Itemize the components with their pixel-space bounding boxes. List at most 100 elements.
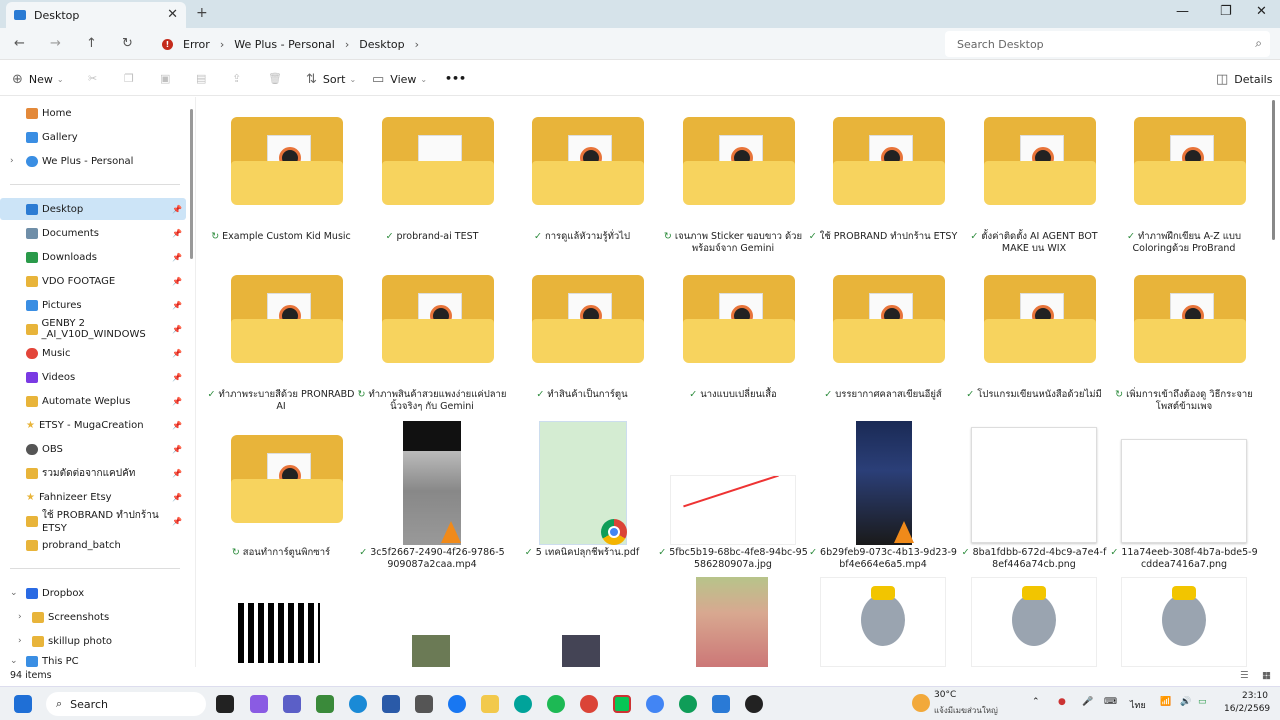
pin-icon[interactable]: 📌 xyxy=(172,253,182,262)
pin-icon[interactable]: 📌 xyxy=(172,517,182,526)
pin-icon[interactable]: 📌 xyxy=(172,301,182,310)
breadcrumb-desktop[interactable]: Desktop xyxy=(359,38,404,51)
sidebar-item-pictures[interactable]: Pictures 📌 xyxy=(0,294,186,316)
pin-icon[interactable]: 📌 xyxy=(172,445,182,454)
copy-icon[interactable]: ❐ xyxy=(124,72,134,85)
file-item[interactable]: ✓ 5 เทคนิคปลุกชีพร้าน.pdf xyxy=(507,421,657,571)
share-icon[interactable]: ⇪ xyxy=(232,72,241,85)
forward-arrow-icon[interactable]: → xyxy=(50,36,61,51)
pin-icon[interactable]: 📌 xyxy=(172,469,182,478)
sidebar-item-vdo-footage[interactable]: VDO FOOTAGE 📌 xyxy=(0,270,186,292)
copilot-icon[interactable] xyxy=(250,695,268,713)
folder-item[interactable]: ↻ ทำภาพสินค้าสวยแพงง่ายแค่ปลาย นิ้วจริงๆ … xyxy=(357,275,507,415)
microphone-icon[interactable]: 🎤 xyxy=(1082,697,1093,707)
chevron-up-icon[interactable]: ⌃ xyxy=(1032,697,1040,707)
pin-icon[interactable]: 📌 xyxy=(172,325,182,334)
folder-item[interactable]: ✓ ทำภาพฝึกเขียน A-Z แบบ Coloringด้วย ProB… xyxy=(1109,117,1259,257)
photo-thumbnail[interactable] xyxy=(696,577,768,667)
sidebar-item-probrand-batch[interactable]: probrand_batch xyxy=(0,534,186,556)
image-thumbnail[interactable] xyxy=(562,635,600,667)
sidebar-item-skillup-photo[interactable]: › skillup photo xyxy=(0,630,186,652)
store-icon[interactable] xyxy=(382,695,400,713)
minimize-button[interactable]: — xyxy=(1176,4,1189,19)
sidebar-item-dropbox[interactable]: ⌄ Dropbox xyxy=(0,582,186,604)
sidebar-item-capcut[interactable]: รวมตัดต่อจากแคปคัท 📌 xyxy=(0,462,186,484)
elephant-thumbnail[interactable] xyxy=(971,577,1097,667)
folder-item[interactable]: ↻ เจนภาพ Sticker ขอบขาว ด้วย พร้อมจ์จาก G… xyxy=(658,117,808,257)
pin-icon[interactable]: 📌 xyxy=(172,349,182,358)
clock-time[interactable]: 23:10 xyxy=(1242,691,1268,701)
edge-icon[interactable] xyxy=(349,695,367,713)
camera-icon[interactable] xyxy=(415,695,433,713)
sidebar-item-home[interactable]: Home xyxy=(0,102,186,124)
sidebar-item-etsy-mugacreation[interactable]: ★ ETSY - MugaCreation 📌 xyxy=(0,414,186,436)
new-tab-button[interactable]: + xyxy=(196,5,208,21)
folder-item[interactable]: ✓ probrand-ai TEST xyxy=(357,117,507,257)
grid-view-icon[interactable]: ▦ xyxy=(1262,667,1271,684)
chrome-profile-icon[interactable] xyxy=(646,695,664,713)
sidebar-item-downloads[interactable]: Downloads 📌 xyxy=(0,246,186,268)
qr-code-thumbnail[interactable] xyxy=(234,599,324,667)
back-arrow-icon[interactable]: ← xyxy=(14,36,25,51)
chevron-right-icon[interactable]: › xyxy=(220,38,224,51)
chevron-right-icon[interactable]: › xyxy=(10,156,14,166)
folder-item[interactable]: ✓ ทำภาพระบายสีด้วย PRONRABD AI xyxy=(206,275,356,415)
sidebar-item-videos[interactable]: Videos 📌 xyxy=(0,366,186,388)
pin-icon[interactable]: 📌 xyxy=(172,397,182,406)
folder-item[interactable]: ✓ บรรยากาศคลาสเขียนอียู่ส์ xyxy=(808,275,958,415)
file-explorer-icon[interactable] xyxy=(481,695,499,713)
pin-icon[interactable]: 📌 xyxy=(172,229,182,238)
windows-start-icon[interactable] xyxy=(14,695,32,713)
chevron-right-icon[interactable]: › xyxy=(18,612,22,622)
sidebar-item-screenshots[interactable]: › Screenshots xyxy=(0,606,186,628)
breadcrumb-error[interactable]: Error xyxy=(183,38,210,51)
breadcrumb-we-plus[interactable]: We Plus - Personal xyxy=(234,38,335,51)
pin-icon[interactable]: 📌 xyxy=(172,421,182,430)
task-view-icon[interactable] xyxy=(216,695,234,713)
pin-icon[interactable]: 📌 xyxy=(172,277,182,286)
folder-item[interactable]: ↻ สอนทำการ์ตูนพิกซาร์ xyxy=(206,431,356,571)
app-icon[interactable] xyxy=(514,695,532,713)
file-item[interactable]: ✓ 6b29feb9-073c-4b13-9d23-9 bf4e664e6a5.m… xyxy=(808,421,958,571)
delete-icon[interactable]: 🗑 xyxy=(268,72,282,85)
sidebar-item-obs[interactable]: OBS 📌 xyxy=(0,438,186,460)
facebook-icon[interactable] xyxy=(448,695,466,713)
sidebar-item-we-plus-personal[interactable]: › We Plus - Personal xyxy=(0,150,186,172)
file-item[interactable]: ✓ 3c5f2667-2490-4f26-9786-5 909087a2caa.m… xyxy=(357,421,507,571)
tab-desktop[interactable]: Desktop ✕ xyxy=(6,2,186,28)
keyboard-icon[interactable]: ⌨ xyxy=(1104,697,1117,707)
pin-icon[interactable]: 📌 xyxy=(172,493,182,502)
close-tab-icon[interactable]: ✕ xyxy=(167,7,178,22)
file-item[interactable]: ✓ 11a74eeb-308f-4b7a-bde5-9 cddea7416a7.p… xyxy=(1109,421,1259,571)
sidebar-item-fahnizeer-etsy[interactable]: ★ Fahnizeer Etsy 📌 xyxy=(0,486,186,508)
chevron-right-icon[interactable]: › xyxy=(345,38,349,51)
pin-icon[interactable]: 📌 xyxy=(172,373,182,382)
file-item[interactable]: ✓ 5fbc5b19-68bc-4fe8-94bc-95 586280907a.j… xyxy=(658,421,808,571)
content-scrollbar[interactable] xyxy=(1272,100,1275,240)
folder-item[interactable]: ✓ นางแบบเปลี่ยนเสื้อ xyxy=(658,275,808,415)
clock-date[interactable]: 16/2/2569 xyxy=(1224,704,1270,714)
sidebar-item-this-pc[interactable]: ⌄ This PC xyxy=(0,654,186,667)
volume-icon[interactable]: 🔊 xyxy=(1180,697,1191,707)
search-input[interactable]: Search Desktop ⌕ xyxy=(945,31,1270,57)
elephant-thumbnail[interactable] xyxy=(1121,577,1247,667)
rename-icon[interactable]: ▤ xyxy=(196,72,206,85)
taskbar-search[interactable]: ⌕ Search xyxy=(46,692,206,716)
chevron-down-icon[interactable]: ⌄ xyxy=(10,588,18,598)
folder-item[interactable]: ✓ ใช้ PROBRAND ทำปกร้าน ETSY xyxy=(808,117,958,257)
line-icon[interactable] xyxy=(613,695,631,713)
folder-item[interactable]: ✓ ตั้งค่าติดตั้ง AI AGENT BOT MAKE บน WIX xyxy=(959,117,1109,257)
details-button[interactable]: ◫ Details xyxy=(1216,72,1272,87)
sidebar-item-gallery[interactable]: Gallery xyxy=(0,126,186,148)
sidebar-item-documents[interactable]: Documents 📌 xyxy=(0,222,186,244)
address-bar[interactable]: ! Error › We Plus - Personal › Desktop › xyxy=(152,31,932,57)
tray-app-icon[interactable]: ● xyxy=(1058,697,1066,707)
spotify-icon[interactable] xyxy=(547,695,565,713)
paste-icon[interactable]: ▣ xyxy=(160,72,170,85)
new-button[interactable]: ⊕ New ⌄ xyxy=(12,72,64,87)
sort-button[interactable]: ⇅ Sort ⌄ xyxy=(306,72,356,87)
up-arrow-icon[interactable]: ↑ xyxy=(86,36,97,51)
pin-icon[interactable]: 📌 xyxy=(172,205,182,214)
language-indicator[interactable]: ไทย xyxy=(1130,698,1146,712)
chrome-profile-icon[interactable] xyxy=(679,695,697,713)
